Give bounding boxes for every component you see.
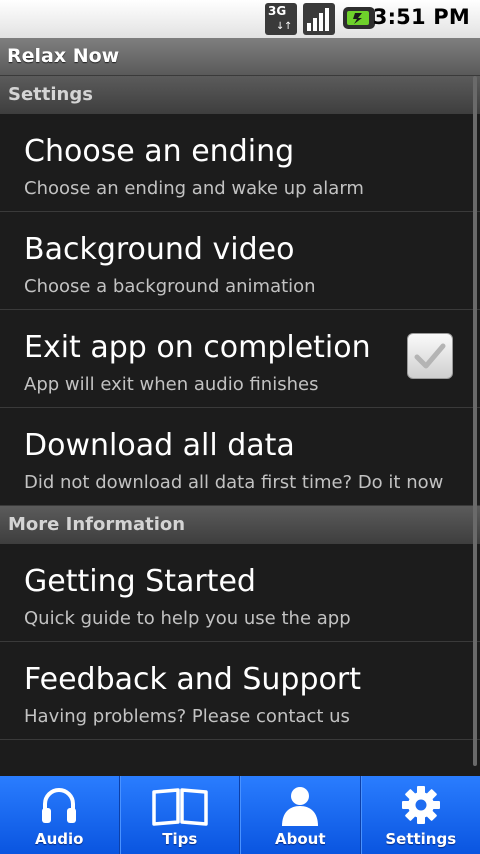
tab-label: Tips [162,830,198,848]
pref-title: Choose an ending [24,134,295,169]
app-title: Relax Now [7,45,120,67]
pref-title: Exit app on completion [24,330,371,365]
tab-tips[interactable]: Tips [119,776,240,854]
status-bar: 3G ↓ ↑ 3:51 PM [0,0,480,38]
gear-icon [401,786,440,824]
clock: 3:51 PM [372,5,470,29]
pref-choose-ending[interactable]: Choose an ending Choose an ending and wa… [0,114,480,212]
category-title: More Information [8,514,186,535]
pref-summary: Choose a background animation [24,276,316,297]
pref-feedback-support[interactable]: Feedback and Support Having problems? Pl… [0,642,480,740]
tab-label: Audio [35,830,84,848]
pref-download-all-data[interactable]: Download all data Did not download all d… [0,408,480,506]
category-title: Settings [8,84,93,105]
pref-title: Background video [24,232,295,267]
pref-exit-on-completion[interactable]: Exit app on completion App will exit whe… [0,310,480,408]
preference-list[interactable]: Settings Choose an ending Choose an endi… [0,76,480,776]
tab-label: Settings [385,830,457,848]
tab-about[interactable]: About [240,776,361,854]
headphones-icon [42,788,77,823]
pref-summary: Choose an ending and wake up alarm [24,178,364,199]
checkmark-icon [414,343,446,369]
pref-summary: Quick guide to help you use the app [24,608,351,629]
pref-summary: Did not download all data first time? Do… [24,472,444,493]
pref-background-video[interactable]: Background video Choose a background ani… [0,212,480,310]
book-icon [152,788,208,826]
pref-summary: App will exit when audio finishes [24,374,319,395]
person-icon [282,787,319,826]
tab-label: About [274,830,326,848]
bottom-tab-bar: Audio Tips About Settings [0,776,480,854]
battery-icon [343,7,375,29]
tab-settings[interactable]: Settings [360,776,480,854]
network-type-label: 3G [268,4,287,18]
pref-getting-started[interactable]: Getting Started Quick guide to help you … [0,544,480,642]
category-header-settings: Settings [0,76,480,114]
pref-title: Download all data [24,428,295,463]
tab-audio[interactable]: Audio [0,776,120,854]
title-bar: Relax Now [0,38,480,76]
pref-title: Feedback and Support [24,662,361,697]
scrollbar[interactable] [473,76,477,766]
signal-strength-icon [303,3,335,35]
3g-data-icon: 3G ↓ ↑ [265,3,297,35]
pref-summary: Having problems? Please contact us [24,706,350,727]
category-header-more-information: More Information [0,506,480,544]
exit-on-completion-checkbox[interactable] [407,333,453,379]
pref-title: Getting Started [24,564,256,599]
